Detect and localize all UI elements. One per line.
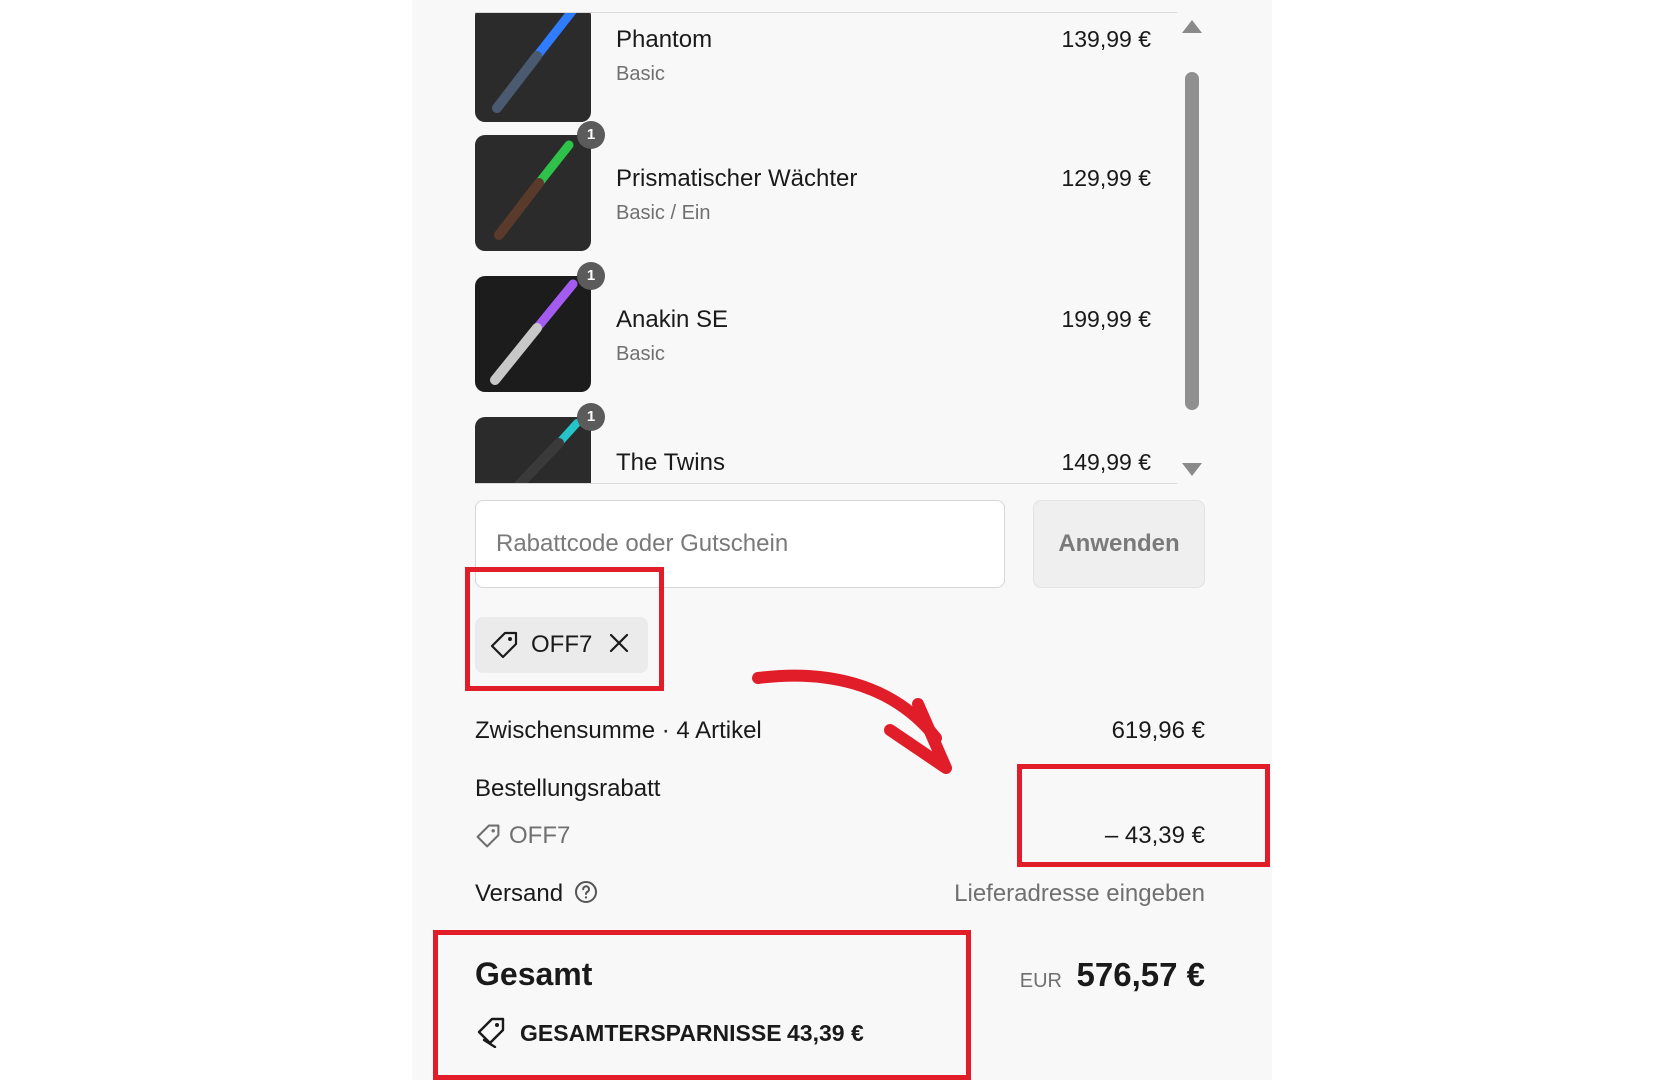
order-discount-label: Bestellungsrabatt <box>475 775 661 802</box>
lightsaber-image <box>492 13 577 113</box>
total-value: 576,57 € <box>1076 956 1205 993</box>
item-title: Prismatischer Wächter <box>616 165 858 192</box>
item-price: 139,99 € <box>1061 26 1151 52</box>
product-thumbnail: 1 <box>475 121 605 251</box>
cart-item: 1 Prismatischer Wächter Basic / Ein 129,… <box>475 121 1177 264</box>
item-title: Anakin SE <box>616 306 729 333</box>
highlight-box-discount-amount <box>1017 764 1270 867</box>
product-thumbnail <box>475 13 591 122</box>
subtotal-label: Zwischensumme · 4 Artikel <box>475 717 762 744</box>
saber-hilt <box>513 438 564 483</box>
item-price: 149,99 € <box>1061 449 1151 475</box>
item-price: 199,99 € <box>1061 306 1151 332</box>
cart-item: Phantom Basic 139,99 € <box>475 13 1177 123</box>
saber-blade <box>534 140 574 188</box>
cart-item: 1 The Twins 149,99 € <box>475 403 1177 483</box>
subtotal-value: 619,96 € <box>1111 717 1205 744</box>
highlight-box-discount-chip <box>465 567 664 691</box>
quantity-badge: 1 <box>577 403 605 431</box>
item-title: The Twins <box>616 449 725 476</box>
tag-icon <box>476 824 500 848</box>
quantity-badge: 1 <box>577 121 605 149</box>
saber-hilt <box>490 323 542 385</box>
scrollbar-thumb[interactable] <box>1185 72 1199 410</box>
highlight-box-total <box>433 930 971 1080</box>
saber-hilt <box>492 51 542 113</box>
cart-item-list[interactable]: Phantom Basic 139,99 € 1 Prismatischer W… <box>475 12 1177 484</box>
product-thumbnail: 1 <box>475 262 605 392</box>
quantity-badge: 1 <box>577 262 605 290</box>
product-thumbnail: 1 <box>475 403 605 483</box>
lightsaber-image <box>494 140 574 240</box>
saber-blade <box>532 13 577 61</box>
scroll-down-icon[interactable] <box>1182 463 1202 476</box>
item-variant: Basic <box>616 343 665 365</box>
item-title: Phantom <box>616 26 713 53</box>
annotation-arrow <box>752 669 952 774</box>
saber-hilt <box>494 178 544 240</box>
currency-code: EUR <box>1019 970 1062 992</box>
saber-blade <box>532 279 578 333</box>
item-price: 129,99 € <box>1061 165 1151 191</box>
apply-discount-button[interactable]: Anwenden <box>1033 500 1205 588</box>
item-variant: Basic / Ein <box>616 202 711 224</box>
order-discount-code: OFF7 <box>509 822 571 849</box>
lightsaber-image <box>490 279 578 385</box>
shipping-label: Versand <box>475 880 564 907</box>
cart-item: 1 Anakin SE Basic 199,99 € <box>475 262 1177 405</box>
help-circle-icon[interactable] <box>574 880 598 904</box>
lightsaber-image <box>513 419 581 483</box>
item-variant: Basic <box>616 63 665 85</box>
shipping-value[interactable]: Lieferadresse eingeben <box>954 880 1205 908</box>
scroll-up-icon[interactable] <box>1182 20 1202 33</box>
